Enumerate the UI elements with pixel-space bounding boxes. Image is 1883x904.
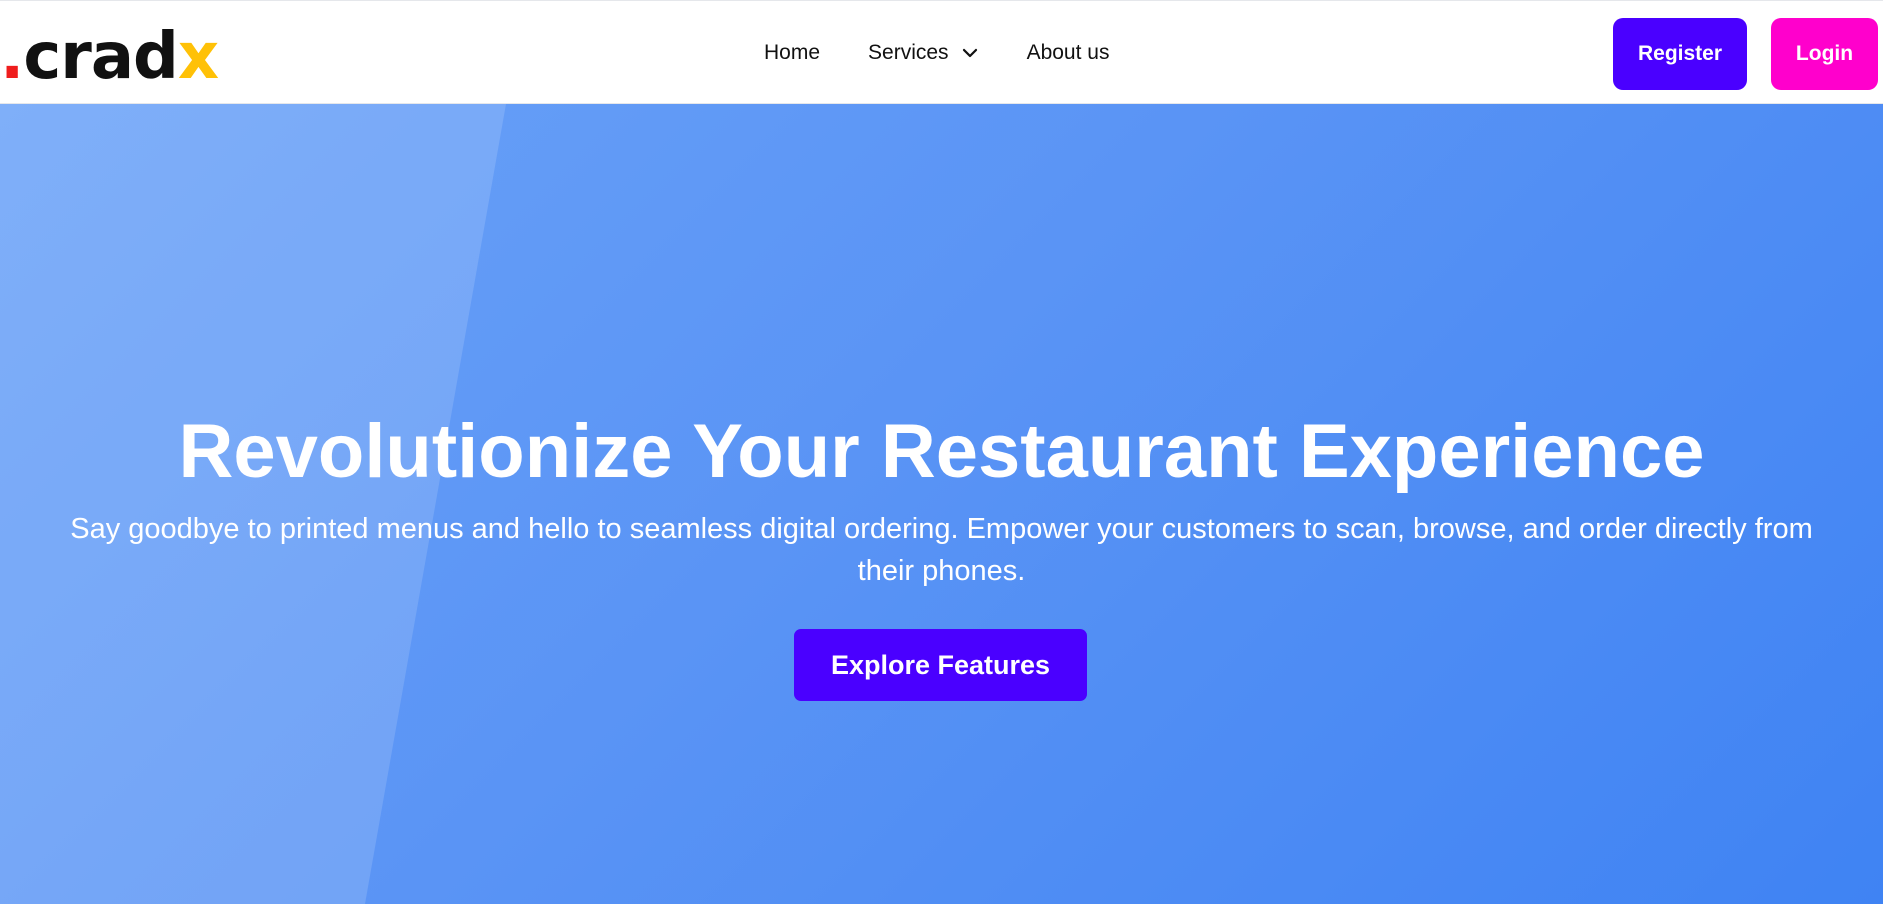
brand-logo[interactable]: . crad x (0, 19, 219, 94)
hero-section: Revolutionize Your Restaurant Experience… (0, 104, 1883, 904)
nav-services-dropdown[interactable]: Services (868, 41, 979, 65)
login-button[interactable]: Login (1771, 18, 1878, 90)
logo-wordmark: crad (23, 20, 178, 94)
nav-home-link[interactable]: Home (764, 41, 820, 65)
main-nav: Home Services About us (764, 1, 1109, 105)
logo-dot: . (0, 20, 24, 94)
navbar: . crad x Home Services About us Register… (0, 0, 1883, 104)
hero-subtitle: Say goodbye to printed menus and hello t… (70, 513, 1813, 587)
nav-about-link[interactable]: About us (1027, 41, 1110, 65)
chevron-down-icon (962, 48, 977, 58)
nav-services-label: Services (868, 41, 949, 64)
hero-title: Revolutionize Your Restaurant Experience (178, 409, 1705, 494)
hero-background-shape (0, 104, 506, 904)
register-button[interactable]: Register (1613, 18, 1747, 90)
explore-features-button[interactable]: Explore Features (794, 629, 1087, 701)
logo-accent-letter: x (177, 20, 219, 94)
